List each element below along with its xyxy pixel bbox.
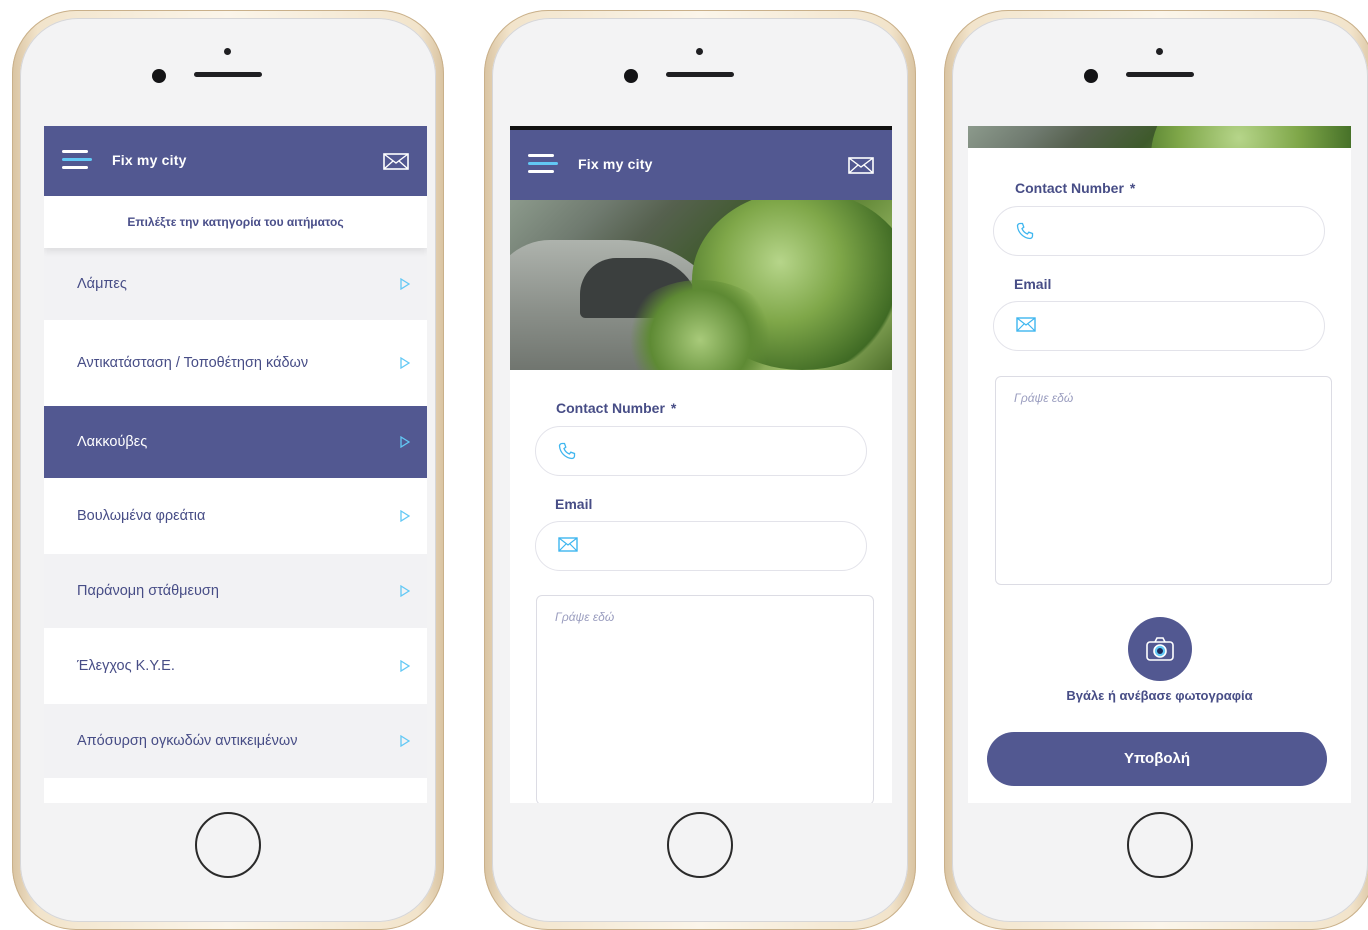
front-camera	[624, 69, 638, 83]
photo-upload-button[interactable]	[1128, 617, 1192, 681]
front-camera	[1084, 69, 1098, 83]
message-placeholder: Γράψε εδώ	[555, 610, 615, 624]
submit-button[interactable]: Υποβολή	[987, 732, 1327, 786]
screen-report-form-scrolled: Contact Number * Email Γράψε εδώ Βγάλε ή …	[968, 126, 1351, 803]
chevron-right-icon	[400, 278, 410, 290]
contact-number-label: Contact Number *	[1015, 180, 1135, 196]
category-item-parking[interactable]: Παράνομη στάθμευση	[44, 554, 427, 628]
front-sensor	[1156, 48, 1163, 55]
message-placeholder: Γράψε εδώ	[1014, 391, 1074, 405]
phone-frame-2: Fix my city Contact Number * Email Γράψε…	[484, 10, 916, 930]
category-item-lamps[interactable]: Λάμπες	[44, 248, 427, 320]
photo-upload-label: Βγάλε ή ανέβασε φωτογραφία	[1066, 688, 1253, 703]
home-button[interactable]	[195, 812, 261, 878]
category-subtitle: Επιλέξτε την κατηγορία του αιτήματος	[44, 196, 427, 248]
screen-categories: Fix my city Επιλέξτε την κατηγορία του α…	[44, 126, 427, 803]
category-item-drains[interactable]: Βουλωμένα φρεάτια	[44, 478, 427, 554]
category-label: Απόσυρση ογκωδών αντικειμένων	[77, 733, 298, 749]
category-item-bins[interactable]: Αντικατάσταση / Τοποθέτηση κάδων	[44, 320, 427, 406]
front-camera	[152, 69, 166, 83]
email-input[interactable]	[535, 521, 867, 571]
report-photo-cropped	[968, 126, 1351, 148]
mail-icon[interactable]	[383, 153, 409, 175]
contact-number-label: Contact Number *	[556, 400, 676, 416]
category-label: Λακκούβες	[77, 434, 148, 450]
tree-foliage-image	[1151, 126, 1351, 148]
contact-number-input[interactable]	[535, 426, 867, 476]
chevron-right-icon	[400, 735, 410, 747]
contact-number-text: Contact Number	[556, 400, 665, 416]
category-item-bulky-items[interactable]: Απόσυρση ογκωδών αντικειμένων	[44, 704, 427, 778]
email-input[interactable]	[993, 301, 1325, 351]
chevron-right-icon	[400, 660, 410, 672]
category-item-potholes[interactable]: Λακκούβες	[44, 406, 427, 478]
category-label: Αντικατάσταση / Τοποθέτηση κάδων	[77, 355, 309, 371]
chevron-right-icon	[400, 585, 410, 597]
envelope-icon	[558, 537, 578, 552]
message-textarea[interactable]: Γράψε εδώ	[536, 595, 874, 803]
chevron-right-icon	[400, 436, 410, 448]
phone-body: Fix my city Επιλέξτε την κατηγορία του α…	[20, 18, 436, 922]
menu-icon[interactable]	[528, 154, 558, 176]
contact-number-text: Contact Number	[1015, 180, 1124, 196]
earpiece-speaker	[194, 72, 262, 77]
phone-body: Fix my city Contact Number * Email Γράψε…	[492, 18, 908, 922]
category-label: Παράνομη στάθμευση	[77, 583, 219, 599]
required-mark: *	[670, 400, 677, 416]
app-header: Fix my city	[44, 126, 427, 196]
phone-body: Contact Number * Email Γράψε εδώ Βγάλε ή …	[952, 18, 1368, 922]
mail-icon[interactable]	[848, 157, 874, 179]
earpiece-speaker	[666, 72, 734, 77]
screen-report-form: Fix my city Contact Number * Email Γράψε…	[510, 126, 892, 803]
phone-icon	[558, 442, 576, 460]
earpiece-speaker	[1126, 72, 1194, 77]
home-button[interactable]	[1127, 812, 1193, 878]
contact-number-input[interactable]	[993, 206, 1325, 256]
category-label: Έλεγχος Κ.Υ.Ε.	[77, 658, 175, 674]
app-title: Fix my city	[112, 152, 187, 168]
report-photo	[510, 200, 892, 370]
message-textarea[interactable]: Γράψε εδώ	[995, 376, 1332, 585]
chevron-right-icon	[400, 510, 410, 522]
front-sensor	[224, 48, 231, 55]
category-label: Βουλωμένα φρεάτια	[77, 508, 206, 524]
front-sensor	[696, 48, 703, 55]
email-label: Email	[555, 496, 593, 512]
app-header: Fix my city	[510, 130, 892, 200]
chevron-right-icon	[400, 357, 410, 369]
email-label: Email	[1014, 276, 1052, 292]
phone-frame-1: Fix my city Επιλέξτε την κατηγορία του α…	[12, 10, 444, 930]
required-mark: *	[1129, 180, 1136, 196]
home-button[interactable]	[667, 812, 733, 878]
envelope-icon	[1016, 317, 1036, 332]
camera-icon	[1146, 637, 1174, 661]
phone-icon	[1016, 222, 1034, 240]
app-title: Fix my city	[578, 156, 653, 172]
category-list: Λάμπες Αντικατάσταση / Τοποθέτηση κάδων …	[44, 248, 427, 778]
category-label: Λάμπες	[77, 276, 127, 292]
phone-frame-3: Contact Number * Email Γράψε εδώ Βγάλε ή …	[944, 10, 1368, 930]
category-item-kye[interactable]: Έλεγχος Κ.Υ.Ε.	[44, 628, 427, 704]
menu-icon[interactable]	[62, 150, 92, 172]
